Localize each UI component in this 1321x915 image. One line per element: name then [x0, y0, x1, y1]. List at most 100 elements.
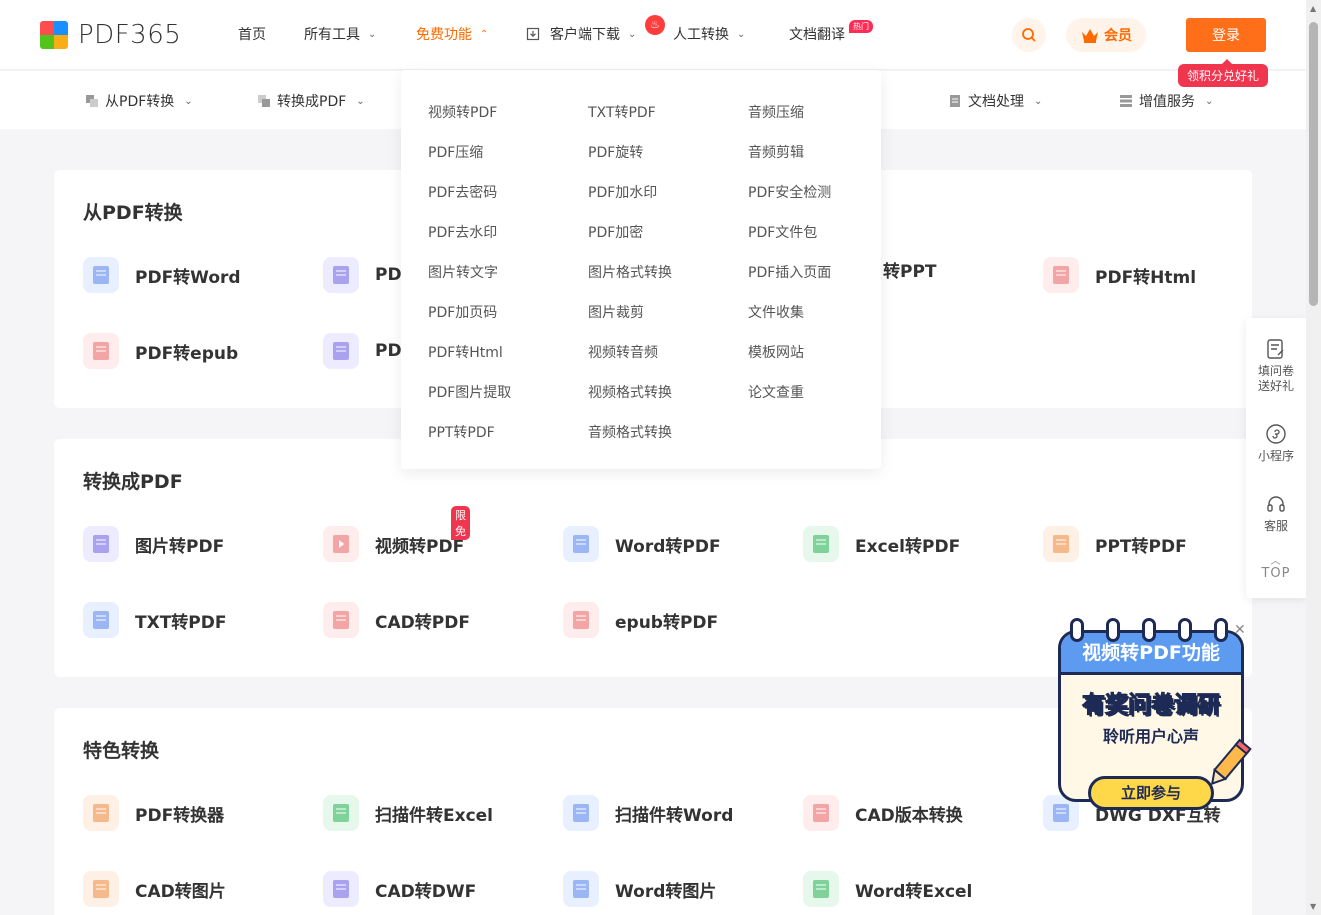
login-button[interactable]: 登录 [1186, 18, 1266, 52]
excel-file-icon [803, 526, 839, 562]
video-file-icon [323, 526, 359, 562]
dd-item[interactable]: 视频格式转换 [588, 382, 672, 402]
section-title: 转换成PDF [83, 471, 183, 493]
tool-txt-to-pdf[interactable]: TXT转PDF [83, 602, 226, 638]
gift-points-badge[interactable]: 领积分兑好礼 [1178, 59, 1269, 87]
tool-pdf-to-word[interactable]: PDF转Word [83, 257, 241, 293]
dd-item[interactable]: 文件收集 [748, 302, 804, 322]
dd-item[interactable]: PDF去密码 [428, 182, 497, 202]
list-icon [1120, 95, 1132, 107]
nav-manual-convert[interactable]: ♨ 人工转换 ⌄ [645, 15, 746, 44]
tool-word-to-pdf[interactable]: Word转PDF [563, 526, 721, 562]
tool-cad-version[interactable]: CAD版本转换 [803, 795, 963, 831]
vip-button[interactable]: 会员 [1066, 18, 1146, 52]
tool-cad-to-dwf[interactable]: CAD转DWF [323, 871, 476, 907]
tool-pdf-converter[interactable]: PDF转换器 [83, 795, 224, 831]
epub-file-icon [563, 602, 599, 638]
free-features-dropdown: 视频转PDF PDF压缩 PDF去密码 PDF去水印 图片转文字 PDF加页码 … [401, 70, 881, 469]
page-scrollbar[interactable]: ▲ ▼ [1306, 0, 1321, 915]
dd-item[interactable]: 图片格式转换 [588, 262, 672, 282]
dd-item[interactable]: TXT转PDF [588, 102, 656, 122]
headset-icon [1267, 496, 1285, 512]
search-button[interactable] [1012, 18, 1046, 52]
dd-item[interactable]: PPT转PDF [428, 422, 495, 442]
dd-item[interactable]: PDF插入页面 [748, 262, 831, 282]
search-icon [1022, 28, 1036, 42]
dd-item[interactable]: PDF去水印 [428, 222, 497, 242]
dd-item[interactable]: PDF转Html [428, 342, 503, 362]
tool-cad-to-pdf[interactable]: CAD转PDF [323, 602, 470, 638]
scroll-up-icon[interactable]: ▲ [1310, 4, 1316, 13]
dd-item[interactable]: PDF图片提取 [428, 382, 511, 402]
notebook-rings-icon [1070, 618, 1228, 642]
dd-item[interactable]: 视频转PDF [428, 102, 497, 122]
tool-word-to-image[interactable]: Word转图片 [563, 871, 716, 907]
tool-scan-to-word[interactable]: 扫描件转Word [563, 795, 733, 831]
chevron-down-icon: ⌄ [1034, 95, 1043, 107]
scroll-down-icon[interactable]: ▼ [1310, 902, 1316, 911]
chevron-down-icon: ⌄ [737, 28, 746, 40]
limited-free-badge: 限免 [451, 506, 470, 540]
chevron-down-icon: ⌄ [1205, 95, 1214, 107]
ppt-file-icon [1043, 526, 1079, 562]
tool-cad-to-image[interactable]: CAD转图片 [83, 871, 226, 907]
dd-item[interactable]: 图片裁剪 [588, 302, 644, 322]
logo[interactable]: PDF365 [40, 20, 181, 50]
word-file-icon [563, 526, 599, 562]
nav-all-tools[interactable]: 所有工具 ⌄ [304, 24, 376, 44]
tool-epub-to-pdf[interactable]: epub转PDF [563, 602, 718, 638]
epub-file-icon [83, 333, 119, 369]
dd-item[interactable]: PDF加页码 [428, 302, 497, 322]
cad-file-icon [803, 795, 839, 831]
word-file-icon [563, 871, 599, 907]
fire-icon: ♨ [645, 15, 665, 35]
tool-excel-to-pdf[interactable]: Excel转PDF [803, 526, 960, 562]
nav-home[interactable]: 首页 [238, 24, 266, 44]
close-icon[interactable]: ✕ [1234, 622, 1246, 638]
converter-file-icon [83, 795, 119, 831]
dd-item[interactable]: PDF压缩 [428, 142, 483, 162]
logo-text: PDF365 [78, 20, 182, 50]
nav-doc-translate[interactable]: 文档翻译 热门 [789, 20, 873, 44]
sidebar-mini-program[interactable]: 小程序 [1246, 423, 1306, 464]
dd-item[interactable]: PDF文件包 [748, 222, 817, 242]
dd-item[interactable]: 音频格式转换 [588, 422, 672, 442]
dd-item[interactable]: 论文查重 [748, 382, 804, 402]
subnav-from-pdf[interactable]: 从PDF转换 ⌄ [85, 91, 193, 111]
subnav-value-added[interactable]: 增值服务 ⌄ [1119, 91, 1213, 111]
tool-scan-to-excel[interactable]: 扫描件转Excel [323, 795, 493, 831]
tool-ppt-to-pdf[interactable]: PPT转PDF [1043, 526, 1187, 562]
dd-item[interactable]: PDF旋转 [588, 142, 643, 162]
tool-pdf-to-html[interactable]: PDF转Html [1043, 257, 1196, 293]
dd-item[interactable]: PDF加密 [588, 222, 643, 242]
download-icon [526, 27, 540, 41]
back-to-top-button[interactable]: ︿ TOP [1246, 557, 1306, 582]
dd-item[interactable]: PDF安全检测 [748, 182, 831, 202]
sidebar-survey[interactable]: 填问卷送好礼 [1246, 338, 1306, 394]
nav-free-features[interactable]: 免费功能 ⌃ [416, 24, 488, 44]
top-header: PDF365 首页 所有工具 ⌄ 免费功能 ⌃ 客户端下载 ⌄ ♨ 人工转换 ⌄ 文档翻… [0, 0, 1306, 70]
dd-item[interactable]: 音频剪辑 [748, 142, 804, 162]
section-title: 从PDF转换 [83, 202, 183, 224]
tool-pdf-to-epub[interactable]: PDF转epub [83, 333, 238, 369]
subnav-to-pdf[interactable]: 转换成PDF ⌄ [257, 91, 365, 111]
tool-pdf-to-other[interactable]: PDF [323, 333, 413, 369]
dd-item[interactable]: 图片转文字 [428, 262, 498, 282]
cad-file-icon [323, 602, 359, 638]
tool-video-to-pdf[interactable]: 视频转PDF 限免 [323, 506, 470, 562]
tool-image-to-pdf[interactable]: 图片转PDF [83, 526, 224, 562]
scrollbar-thumb[interactable] [1309, 22, 1318, 306]
dd-item[interactable]: PDF加水印 [588, 182, 657, 202]
sidebar-customer-service[interactable]: 客服 [1246, 493, 1306, 534]
dd-item[interactable]: 视频转音频 [588, 342, 658, 362]
tool-pdf-to-image[interactable]: PDF [323, 257, 413, 293]
survey-promo-popup[interactable]: 视频转PDF功能 有奖问卷调研 聆听用户心声 ✕ 立即参与 [1052, 618, 1256, 818]
nav-client-download[interactable]: 客户端下载 ⌄ [526, 24, 636, 44]
hot-badge: 热门 [849, 20, 873, 33]
join-now-button[interactable]: 立即参与 [1088, 776, 1214, 810]
dd-item[interactable]: 模板网站 [748, 342, 804, 362]
tool-word-to-excel[interactable]: Word转Excel [803, 871, 972, 907]
dd-item[interactable]: 音频压缩 [748, 102, 804, 122]
subnav-doc-process[interactable]: 文档处理 ⌄ [948, 91, 1042, 111]
image-file-icon [83, 526, 119, 562]
